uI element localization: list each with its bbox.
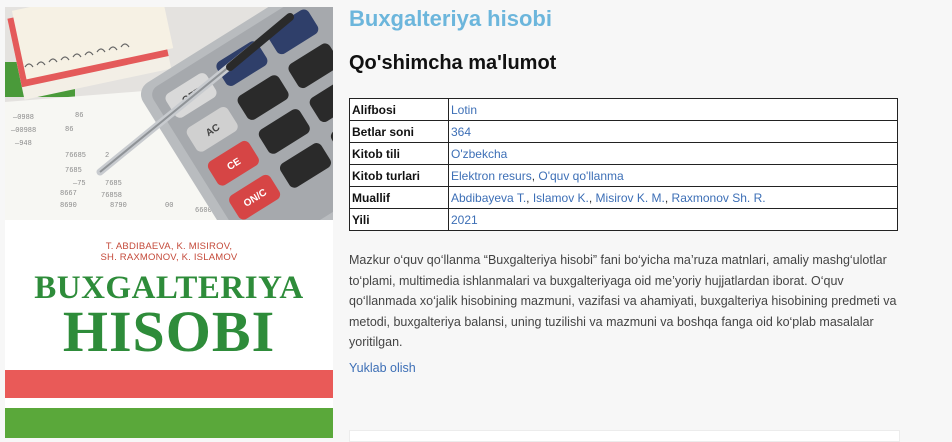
book-cover-image: —0988 86 —00988 86 —948 76685 2 7685 —75 7685… xyxy=(5,7,333,438)
type-link-textbook[interactable]: O'quv qo'llanma xyxy=(538,169,623,183)
svg-text:8790: 8790 xyxy=(110,202,127,210)
table-row-types: Kitob turlari Elektron resurs, O'quv qo'… xyxy=(349,164,898,187)
book-description: Mazkur o‘quv qo‘llanma “Buxgalteriya his… xyxy=(349,253,897,349)
cover-title-line2: HISOBI xyxy=(62,299,276,364)
table-row-author: Muallif Abdibayeva T., Islamov K., Misir… xyxy=(349,186,898,209)
cover-photo-calculator-pen: —0988 86 —00988 86 —948 76685 2 7685 —75 7685… xyxy=(5,7,333,220)
pages-link[interactable]: 364 xyxy=(451,125,471,139)
row-value: O'zbekcha xyxy=(448,142,898,165)
row-label: Kitob tili xyxy=(349,142,449,165)
type-link-electronic[interactable]: Elektron resurs xyxy=(451,169,532,183)
svg-text:—00988: —00988 xyxy=(10,127,36,135)
table-row-pages: Betlar soni 364 xyxy=(349,120,898,143)
svg-text:—0988: —0988 xyxy=(12,114,34,122)
svg-text:86: 86 xyxy=(65,126,73,134)
row-value: Lotin xyxy=(448,98,898,121)
row-label: Kitob turlari xyxy=(349,164,449,187)
alphabet-link[interactable]: Lotin xyxy=(451,103,477,117)
svg-text:76858: 76858 xyxy=(101,192,122,200)
svg-text:8690: 8690 xyxy=(60,202,77,210)
svg-text:8667: 8667 xyxy=(60,190,77,198)
svg-text:—948: —948 xyxy=(14,140,32,148)
row-label: Alifbosi xyxy=(349,98,449,121)
author-link-islamov[interactable]: Islamov K. xyxy=(533,191,589,205)
table-row-language: Kitob tili O'zbekcha xyxy=(349,142,898,165)
book-info-table: Alifbosi Lotin Betlar soni 364 Kitob til… xyxy=(349,98,898,231)
cover-authors-line2: SH. RAXMONOV, K. ISLAMOV xyxy=(100,252,238,263)
cover-green-stripe xyxy=(5,408,333,438)
author-link-abdibayeva[interactable]: Abdibayeva T. xyxy=(451,191,526,205)
row-value: Elektron resurs, O'quv qo'llanma xyxy=(448,164,898,187)
row-value: 364 xyxy=(448,120,898,143)
cover-red-stripe xyxy=(5,370,333,398)
download-link[interactable]: Yuklab olish xyxy=(349,361,416,375)
cover-authors-line1: T. ABDIBAEVA, K. MISIROV, xyxy=(105,241,233,252)
svg-text:00: 00 xyxy=(165,202,173,210)
author-link-raxmonov[interactable]: Raxmonov Sh. R. xyxy=(672,191,766,205)
language-link[interactable]: O'zbekcha xyxy=(451,147,507,161)
svg-text:—75: —75 xyxy=(72,180,86,188)
year-link[interactable]: 2021 xyxy=(451,213,478,227)
book-title: Buxgalteriya hisobi xyxy=(349,6,552,31)
author-link-misirov[interactable]: Misirov K. M. xyxy=(596,191,665,205)
table-row-year: Yili 2021 xyxy=(349,208,898,231)
svg-text:7685: 7685 xyxy=(105,180,122,188)
row-label: Betlar soni xyxy=(349,120,449,143)
row-label: Yili xyxy=(349,208,449,231)
svg-text:2: 2 xyxy=(105,152,109,160)
row-label: Muallif xyxy=(349,186,449,209)
row-value: 2021 xyxy=(448,208,898,231)
svg-text:7685: 7685 xyxy=(65,167,82,175)
svg-text:86: 86 xyxy=(75,112,83,120)
table-row-alphabet: Alifbosi Lotin xyxy=(349,98,898,121)
cover-title-area: T. ABDIBAEVA, K. MISIROV, SH. RAXMONOV, … xyxy=(5,220,333,438)
section-title: Qo'shimcha ma'lumot xyxy=(349,52,557,74)
bottom-card xyxy=(349,430,900,442)
svg-text:76685: 76685 xyxy=(65,152,86,160)
row-value: Abdibayeva T., Islamov K., Misirov K. M.… xyxy=(448,186,898,209)
